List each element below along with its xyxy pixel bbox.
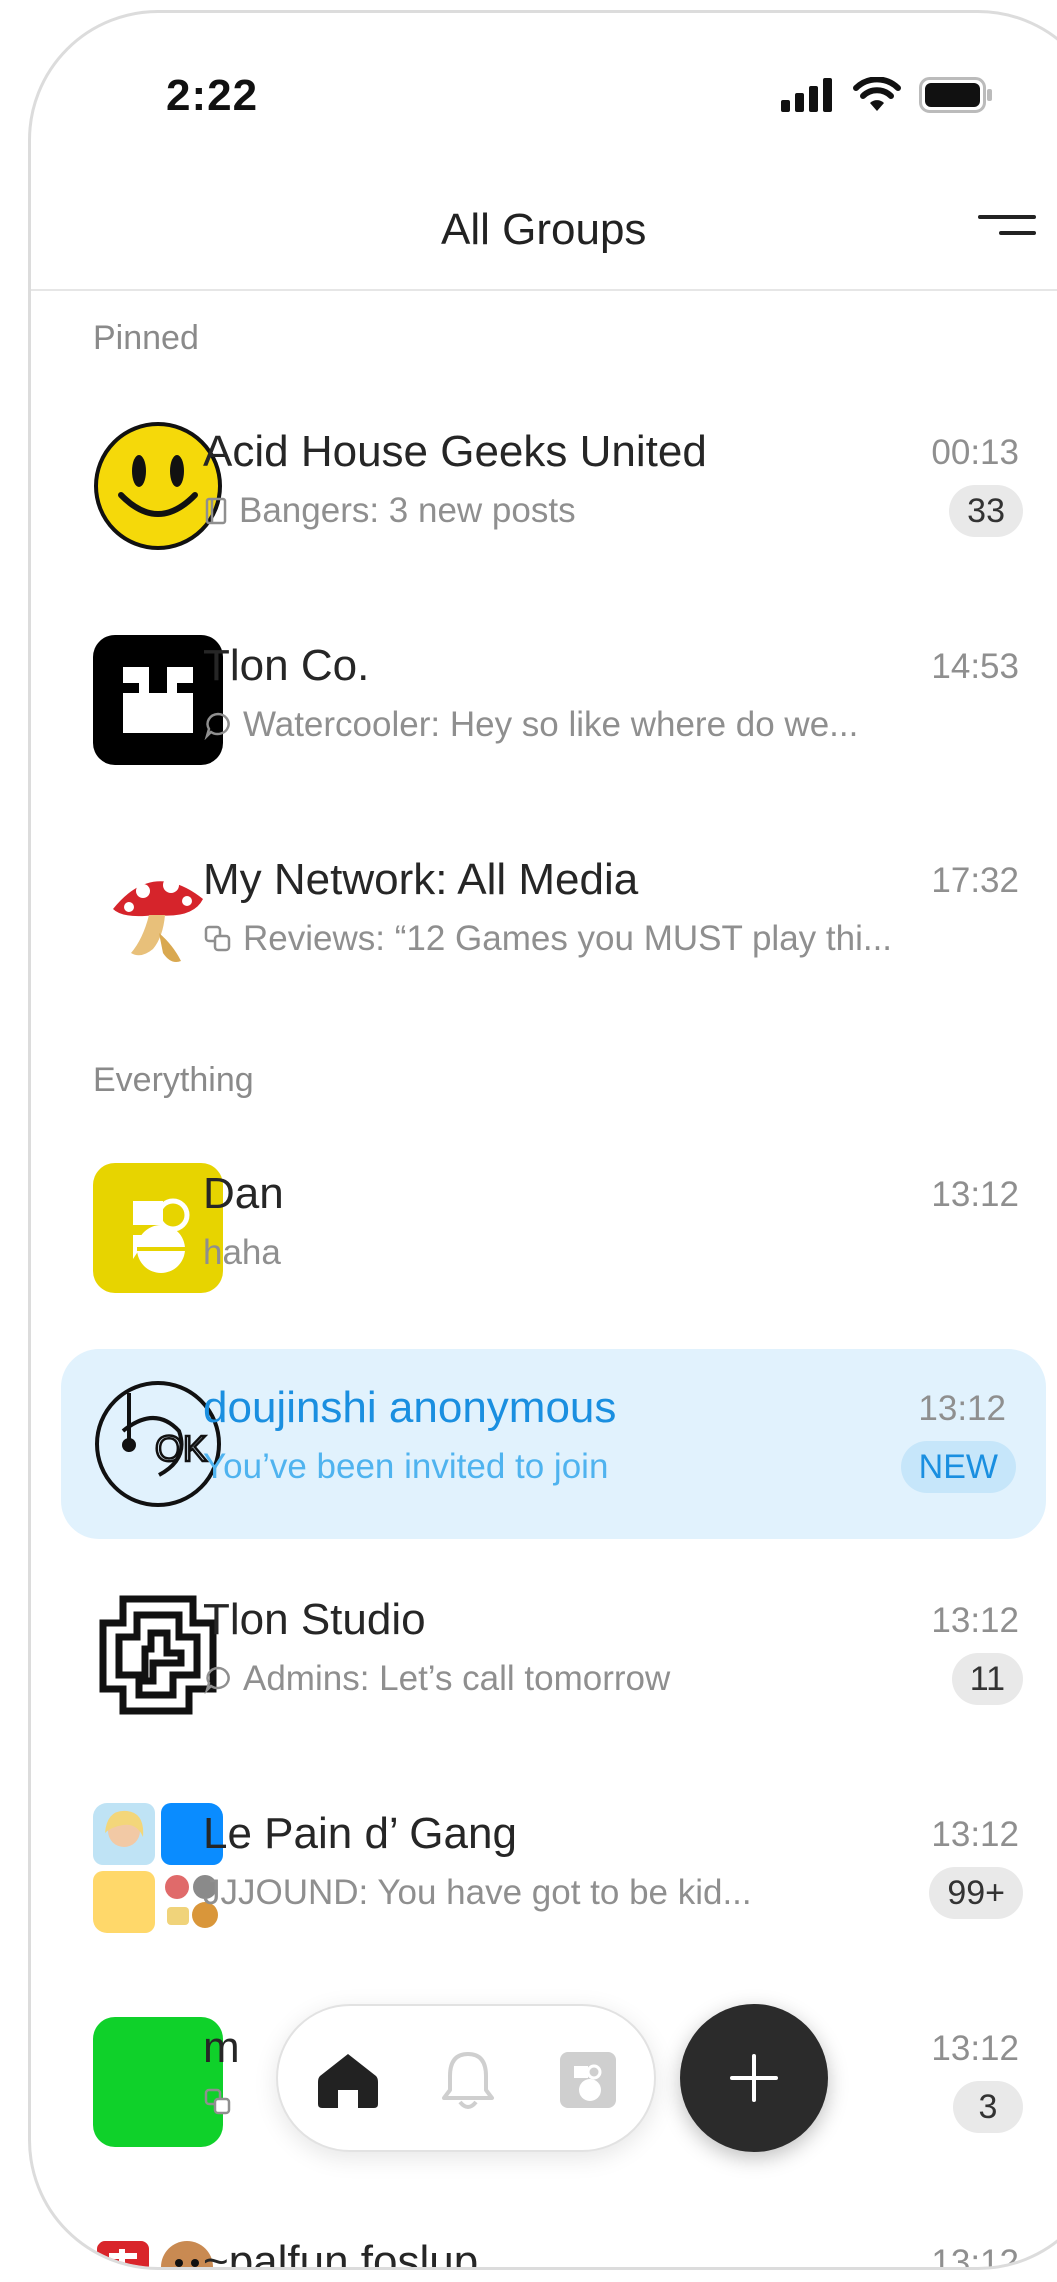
- group-row[interactable]: Dan haha 13:12: [59, 1135, 1057, 1325]
- group-time: 13:12: [931, 2243, 1019, 2270]
- group-row[interactable]: ~palfun foslup 13:12: [59, 2203, 1057, 2270]
- group-time: 13:12: [931, 1815, 1019, 1854]
- page-title: All Groups: [441, 205, 647, 254]
- group-subtitle: Watercooler: Hey so like where do we...: [203, 705, 858, 745]
- group-subtitle: haha: [203, 1233, 281, 1273]
- group-row[interactable]: Acid House Geeks United Bangers: 3 new p…: [59, 393, 1057, 583]
- unread-badge: 3: [953, 2081, 1023, 2133]
- group-time: 13:12: [931, 2029, 1019, 2068]
- group-subtitle-text: haha: [203, 1233, 281, 1272]
- group-subtitle-text: Bangers: 3 new posts: [239, 491, 576, 530]
- group-row[interactable]: Tlon Studio Admins: Let’s call tomorrow …: [59, 1561, 1057, 1751]
- group-time: 13:12: [931, 1601, 1019, 1640]
- svg-text:OK: OK: [155, 1428, 207, 1469]
- group-subtitle: Admins: Let’s call tomorrow: [203, 1659, 670, 1699]
- group-title: Tlon Studio: [203, 1595, 426, 1644]
- plus-icon: [730, 2054, 778, 2102]
- profile-sigil-icon[interactable]: [554, 2046, 622, 2114]
- home-icon[interactable]: [314, 2046, 382, 2114]
- wifi-icon: [853, 77, 901, 111]
- status-bar: 2:22: [31, 13, 1057, 163]
- group-title: ~palfun foslup: [203, 2237, 479, 2270]
- group-time: 13:12: [918, 1389, 1006, 1428]
- group-subtitle-text: Reviews: “12 Games you MUST play thi...: [243, 919, 893, 958]
- bottom-nav: [276, 2004, 656, 2152]
- group-row[interactable]: Tlon Co. Watercooler: Hey so like where …: [59, 607, 1057, 797]
- group-subtitle-text: Admins: Let’s call tomorrow: [243, 1659, 671, 1698]
- group-time: 17:32: [931, 861, 1019, 900]
- new-badge: NEW: [900, 1441, 1016, 1493]
- group-title: My Network: All Media: [203, 855, 639, 904]
- group-title: Tlon Co.: [203, 641, 370, 690]
- group-row[interactable]: My Network: All Media Reviews: “12 Games…: [59, 821, 1057, 1011]
- battery-icon: [919, 77, 992, 113]
- group-subtitle-text: You’ve been invited to join: [203, 1447, 609, 1486]
- gallery-icon: [204, 925, 231, 952]
- header: All Groups: [31, 163, 1057, 291]
- unread-badge: 99+: [929, 1867, 1023, 1919]
- chat-bubble-icon: [204, 1666, 230, 1694]
- gallery-icon: [204, 2088, 231, 2115]
- group-row-invited[interactable]: OK doujinshi anonymous You’ve been invit…: [61, 1349, 1046, 1539]
- group-subtitle: JJJOUND: You have got to be kid...: [203, 1873, 752, 1913]
- group-title: doujinshi anonymous: [203, 1383, 617, 1432]
- cellular-signal-icon: [781, 78, 832, 112]
- notebook-icon: [205, 497, 227, 525]
- section-label-everything: Everything: [93, 1061, 254, 1099]
- unread-badge: 33: [949, 485, 1023, 537]
- bell-icon[interactable]: [434, 2046, 502, 2114]
- chat-bubble-icon: [204, 712, 230, 740]
- group-row[interactable]: Le Pain d’ Gang JJJOUND: You have got to…: [59, 1775, 1057, 1965]
- filter-menu-icon[interactable]: [977, 211, 1037, 251]
- group-subtitle: Reviews: “12 Games you MUST play thi...: [203, 919, 892, 959]
- group-title: Le Pain d’ Gang: [203, 1809, 517, 1858]
- group-title: Dan: [203, 1169, 284, 1218]
- status-time: 2:22: [166, 71, 259, 120]
- group-subtitle-text: Watercooler: Hey so like where do we...: [243, 705, 859, 744]
- group-time: 13:12: [931, 1175, 1019, 1214]
- group-subtitle-text: JJJOUND: You have got to be kid...: [203, 1873, 752, 1912]
- group-time: 14:53: [931, 647, 1019, 686]
- unread-badge: 11: [951, 1653, 1023, 1705]
- section-label-pinned: Pinned: [93, 319, 199, 357]
- group-subtitle: [203, 2087, 233, 2117]
- phone-frame: 2:22 All Groups Pinned Acid House Geeks …: [28, 10, 1057, 2270]
- status-icons: [781, 77, 993, 113]
- group-subtitle: You’ve been invited to join: [203, 1447, 608, 1487]
- group-title: Acid House Geeks United: [203, 427, 707, 476]
- add-group-button[interactable]: [680, 2004, 828, 2152]
- group-time: 00:13: [931, 433, 1019, 472]
- group-subtitle: Bangers: 3 new posts: [203, 491, 576, 531]
